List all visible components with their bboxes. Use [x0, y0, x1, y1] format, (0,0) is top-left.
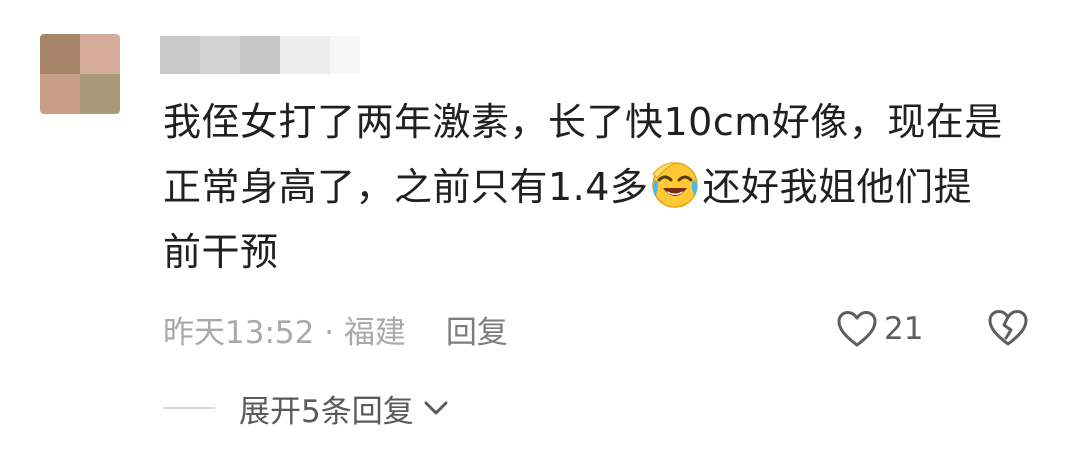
- laughing-crying-emoji-icon: [652, 162, 699, 208]
- avatar-mosaic-cell: [40, 34, 80, 74]
- avatar-mosaic-cell: [40, 74, 80, 114]
- blur-block: [330, 36, 360, 74]
- avatar-mosaic-cell: [80, 34, 120, 74]
- blur-block: [280, 36, 330, 74]
- like-count: 21: [884, 311, 924, 347]
- comment-line: 我侄女打了两年激素，长了快10cm好像，现在是: [163, 100, 1003, 144]
- blur-block: [200, 36, 240, 74]
- like-button[interactable]: 21: [836, 308, 923, 350]
- comment-meta: 昨天13:52 · 福建 回复: [163, 306, 508, 352]
- avatar[interactable]: [40, 34, 120, 114]
- expand-replies-button[interactable]: 展开5条回复: [163, 385, 450, 431]
- comment-line: 前干预: [163, 230, 279, 274]
- broken-heart-icon[interactable]: [986, 307, 1030, 349]
- avatar-mosaic-cell: [80, 74, 120, 114]
- comment-text-segment: 还好我姐他们提: [702, 165, 972, 209]
- comment-line-with-emoji: 正常身高了，之前只有1.4多 还好我姐他们提: [163, 155, 1048, 220]
- heart-outline-icon: [837, 311, 877, 347]
- expand-replies-label: 展开5条回复: [239, 393, 414, 430]
- blur-block: [240, 36, 280, 74]
- comment-text: 我侄女打了两年激素，长了快10cm好像，现在是 正常身高了，之前只有1.4多 还…: [163, 90, 1048, 285]
- timestamp-location: 昨天13:52 · 福建: [163, 314, 406, 351]
- reply-button[interactable]: 回复: [446, 307, 508, 352]
- divider-line: [163, 407, 215, 409]
- chevron-down-icon: [424, 401, 448, 415]
- blur-block: [160, 36, 200, 74]
- comment-text-segment: 正常身高了，之前只有1.4多: [163, 165, 649, 209]
- username-blurred[interactable]: [160, 36, 400, 74]
